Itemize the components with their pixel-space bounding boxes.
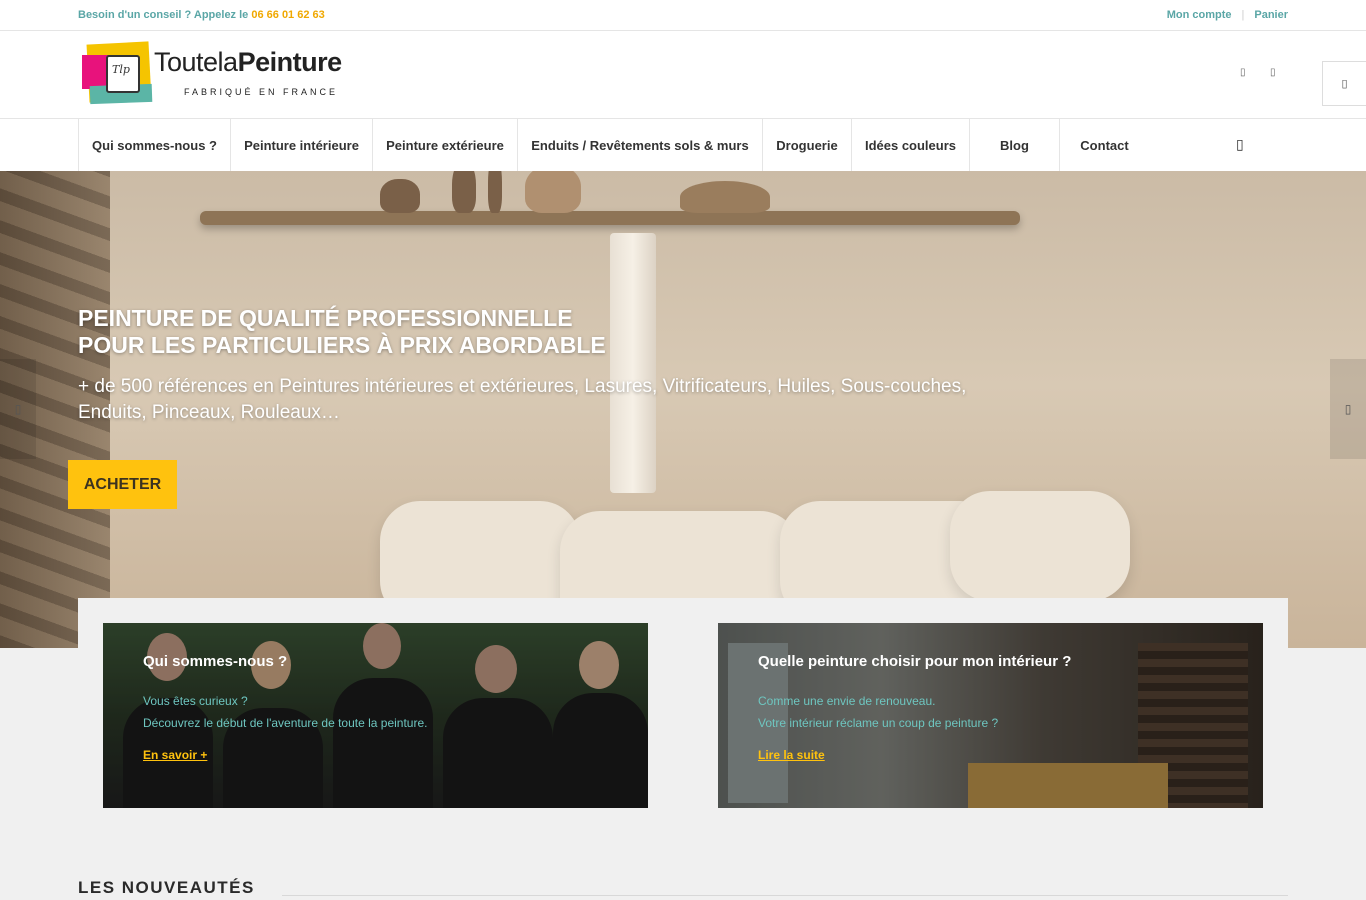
buy-button[interactable]: ACHETER (68, 460, 177, 509)
nav-item-droguerie[interactable]: Droguerie (762, 119, 851, 171)
card-about[interactable]: Qui sommes-nous ? Vous êtes curieux ? Dé… (103, 623, 648, 808)
card-text-line1: Vous êtes curieux ? (143, 694, 248, 708)
read-more-link[interactable]: Lire la suite (758, 748, 825, 762)
top-bar: Besoin d'un conseil ? Appelez le 06 66 0… (0, 0, 1366, 31)
main-nav: Qui sommes-nous ? Peinture intérieure Pe… (0, 119, 1366, 171)
nav-item-peinture-exterieure[interactable]: Peinture extérieure (372, 119, 517, 171)
hero-title-line2: POUR LES PARTICULIERS À PRIX ABORDABLE (78, 332, 606, 358)
advice-label: Besoin d'un conseil ? Appelez le (78, 9, 252, 21)
card-text-line2: Votre intérieur réclame un coup de peint… (758, 716, 999, 730)
hero-vase (488, 171, 502, 213)
learn-more-link[interactable]: En savoir + (143, 748, 207, 762)
logo-name-light: Toutela (154, 47, 238, 77)
hero-vase (452, 171, 476, 213)
account-links: Mon compte | Panier (1167, 9, 1288, 21)
nav-item-qui-sommes-nous[interactable]: Qui sommes-nous ? (78, 119, 230, 171)
nav-item-blog[interactable]: Blog (969, 119, 1059, 171)
nav-item-peinture-interieure[interactable]: Peinture intérieure (230, 119, 372, 171)
section-title: LES NOUVEAUTÉS (78, 878, 255, 897)
content-panel: Qui sommes-nous ? Vous êtes curieux ? Dé… (78, 598, 1288, 900)
hero-pillow (950, 491, 1130, 601)
cart-link[interactable]: Panier (1254, 9, 1288, 21)
hero-hat (680, 181, 770, 213)
hero-shelf (200, 211, 1020, 225)
separator: | (1241, 9, 1245, 21)
hero-subtitle: + de 500 références en Peintures intérie… (78, 376, 967, 423)
logo-name-bold: Peinture (237, 47, 343, 77)
nav-item-idees-couleurs[interactable]: Idées couleurs (851, 119, 969, 171)
social-icon[interactable]: ▯ (1270, 67, 1276, 78)
my-account-link[interactable]: Mon compte (1167, 9, 1232, 21)
header-cart-button[interactable]: ▯ (1322, 61, 1366, 106)
hero-title-line1: PEINTURE DE QUALITÉ PROFESSIONNELLE (78, 305, 573, 331)
site-header: Tlp ToutelaPeinture FABRIQUÉ EN FRANCE ▯… (0, 31, 1366, 119)
hero-towel (610, 233, 656, 493)
hero-vase (380, 179, 420, 213)
card-text-line1: Comme une envie de renouveau. (758, 694, 936, 708)
slider-prev-button[interactable]: ▯ (0, 359, 36, 459)
nav-item-enduits[interactable]: Enduits / Revêtements sols & murs (517, 119, 762, 171)
logo-name: ToutelaPeinture (154, 47, 342, 78)
site-logo[interactable]: Tlp ToutelaPeinture FABRIQUÉ EN FRANCE (82, 41, 382, 107)
hero-title: PEINTURE DE QUALITÉ PROFESSIONNELLE POUR… (78, 305, 606, 359)
logo-tagline: FABRIQUÉ EN FRANCE (184, 87, 339, 97)
phone-link[interactable]: 06 66 01 62 63 (251, 9, 324, 21)
nav-item-contact[interactable]: Contact (1059, 119, 1149, 171)
card-title: Quelle peinture choisir pour mon intérie… (758, 653, 1072, 670)
slider-next-button[interactable]: ▯ (1330, 359, 1366, 459)
chevron-left-icon: ▯ (14, 402, 22, 416)
card-interior-paint[interactable]: Quelle peinture choisir pour mon intérie… (718, 623, 1263, 808)
chevron-right-icon: ▯ (1344, 402, 1352, 416)
logo-badge: Tlp (112, 63, 130, 76)
advice-text: Besoin d'un conseil ? Appelez le 06 66 0… (78, 9, 325, 21)
hero-basket (525, 171, 581, 213)
cart-icon: ▯ (1341, 78, 1348, 90)
section-divider (282, 895, 1288, 896)
search-icon[interactable]: ▯ (1236, 136, 1244, 153)
card-title: Qui sommes-nous ? (143, 653, 288, 670)
social-icon[interactable]: ▯ (1240, 67, 1246, 78)
hero-slider: ▯ ▯ PEINTURE DE QUALITÉ PROFESSIONNELLE … (0, 171, 1366, 648)
card-text-line2: Découvrez le début de l'aventure de tout… (143, 716, 428, 730)
